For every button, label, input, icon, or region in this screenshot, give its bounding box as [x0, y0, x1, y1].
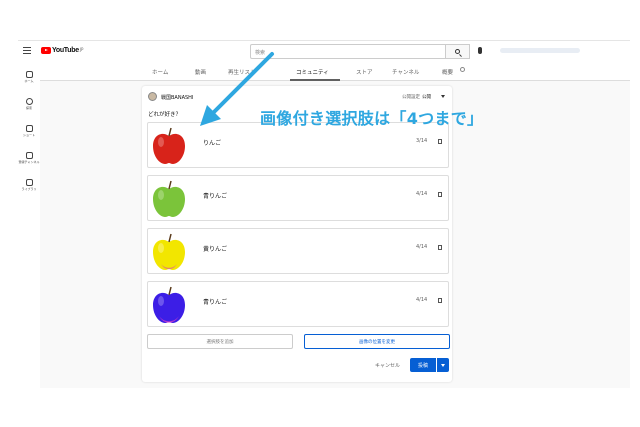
- channel-search-icon[interactable]: [460, 67, 465, 72]
- tab-videos[interactable]: 動画: [195, 68, 206, 76]
- channel-name: 戦国BANASHI: [161, 95, 194, 101]
- search-icon: [455, 49, 460, 54]
- sidebar-item-shorts[interactable]: ショート: [18, 125, 40, 137]
- search-input[interactable]: 検索: [250, 44, 446, 59]
- logo-region: JP: [79, 47, 84, 52]
- youtube-logo[interactable]: YouTube JP: [41, 47, 83, 54]
- trash-icon[interactable]: [438, 298, 442, 303]
- home-icon: [25, 71, 33, 78]
- sidebar-item-subscriptions[interactable]: 登録チャンネル: [18, 152, 40, 164]
- top-bar: YouTube JP 検索: [18, 41, 630, 63]
- option-label[interactable]: りんご: [203, 138, 221, 147]
- shorts-icon: [25, 125, 33, 132]
- tab-playlists[interactable]: 再生リスト: [228, 68, 256, 76]
- tab-about[interactable]: 概要: [442, 68, 453, 76]
- sidebar-item-label: 登録チャンネル: [18, 160, 40, 164]
- sidebar-item-home[interactable]: ホーム: [18, 71, 40, 83]
- option-char-count: 4/14: [416, 191, 428, 197]
- red-apple-icon: [153, 127, 185, 164]
- poll-option[interactable]: 青りんご 4/14: [147, 281, 449, 327]
- avatar: [148, 92, 157, 101]
- visibility-label: 公開設定: [402, 95, 420, 100]
- subscriptions-icon: [25, 152, 33, 159]
- trash-icon[interactable]: [438, 192, 442, 197]
- youtube-play-icon: [41, 47, 51, 54]
- visibility-dropdown[interactable]: 公開: [422, 94, 431, 100]
- option-char-count: 3/14: [416, 138, 428, 144]
- cancel-button[interactable]: キャンセル: [375, 362, 400, 369]
- trash-icon[interactable]: [438, 245, 442, 250]
- option-char-count: 4/14: [416, 244, 428, 250]
- blurred-account-area: [500, 48, 580, 53]
- purple-apple-icon: [153, 286, 185, 323]
- youtube-studio-screenshot: YouTube JP 検索 ホーム 探索 ショート 登録チャンネル ライブラリ: [18, 40, 630, 388]
- option-label[interactable]: 黄りんご: [203, 244, 227, 253]
- community-post-editor: 戦国BANASHI 公開設定 公開 どれが好き？ りんご 3/14 青りんご 4…: [142, 86, 452, 382]
- sidebar-item-label: ショート: [22, 133, 35, 137]
- option-label[interactable]: 青りんご: [203, 191, 227, 200]
- post-button[interactable]: 投稿: [410, 358, 436, 372]
- mic-icon[interactable]: [478, 47, 482, 54]
- chevron-down-icon[interactable]: [441, 95, 445, 98]
- green-apple-icon: [153, 180, 185, 217]
- poll-option[interactable]: 青りんご 4/14: [147, 175, 449, 221]
- tab-channels[interactable]: チャンネル: [392, 68, 419, 76]
- library-icon: [25, 179, 33, 186]
- trash-icon[interactable]: [438, 139, 442, 144]
- option-label[interactable]: 青りんご: [203, 297, 227, 306]
- sidebar-item-label: ホーム: [24, 79, 34, 83]
- active-tab-indicator: [290, 79, 340, 81]
- search-button[interactable]: [446, 44, 470, 59]
- tab-community[interactable]: コミュニティ: [296, 68, 329, 76]
- add-option-button[interactable]: 選択肢を追加: [147, 334, 293, 349]
- poll-option[interactable]: 黄りんご 4/14: [147, 228, 449, 274]
- sidebar-item-explore[interactable]: 探索: [18, 98, 40, 110]
- sidebar-item-label: ライブラリ: [21, 187, 37, 191]
- channel-tabs: ホーム 動画 再生リスト コミュニティ ストア チャンネル 概要: [40, 63, 630, 81]
- tab-home[interactable]: ホーム: [152, 68, 168, 76]
- tab-store[interactable]: ストア: [356, 68, 373, 76]
- logo-text: YouTube: [52, 47, 79, 54]
- hamburger-menu-icon[interactable]: [23, 47, 31, 54]
- sidebar: ホーム 探索 ショート 登録チャンネル ライブラリ: [18, 63, 40, 388]
- change-image-order-button[interactable]: 画像の位置を変更: [304, 334, 450, 349]
- poll-question[interactable]: どれが好き？: [148, 110, 181, 118]
- sidebar-item-library[interactable]: ライブラリ: [18, 179, 40, 191]
- explore-icon: [25, 98, 33, 105]
- annotation-text: 画像付き選択肢は「4つまで」: [260, 109, 484, 128]
- yellow-apple-icon: [153, 233, 185, 270]
- option-char-count: 4/14: [416, 297, 428, 303]
- sidebar-item-label: 探索: [25, 106, 32, 110]
- post-options-chevron-icon[interactable]: [437, 358, 449, 372]
